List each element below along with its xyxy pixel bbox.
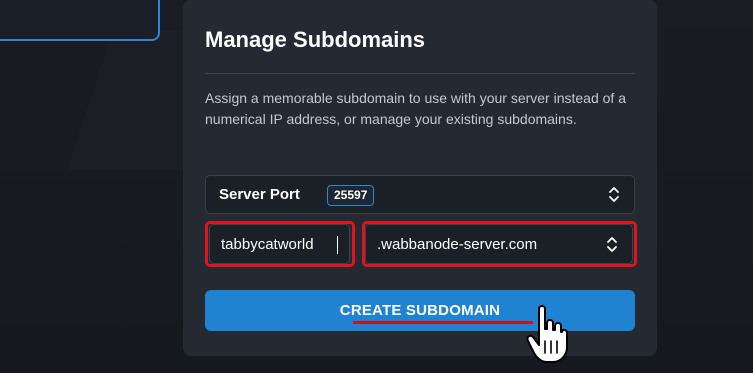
panel-title: Manage Subdomains [205, 27, 426, 52]
server-port-label: Server Port [219, 186, 300, 203]
panel-description: Assign a memorable subdomain to use with… [205, 90, 626, 127]
create-subdomain-label: CREATE SUBDOMAIN [339, 302, 501, 319]
server-port-select[interactable]: Server Port 25597 [205, 175, 635, 214]
previous-card[interactable] [0, 0, 160, 41]
annotation-highlight-subdomain [205, 221, 355, 267]
chevron-up-down-icon [609, 187, 619, 202]
annotation-underline [353, 321, 533, 324]
manage-subdomains-panel: Manage Subdomains Assign a memorable sub… [183, 0, 657, 356]
annotation-highlight-domain [362, 221, 637, 267]
server-port-badge: 25597 [327, 185, 375, 206]
divider [205, 73, 635, 74]
create-subdomain-button[interactable]: CREATE SUBDOMAIN [205, 290, 635, 331]
hand-cursor-icon [526, 305, 568, 363]
